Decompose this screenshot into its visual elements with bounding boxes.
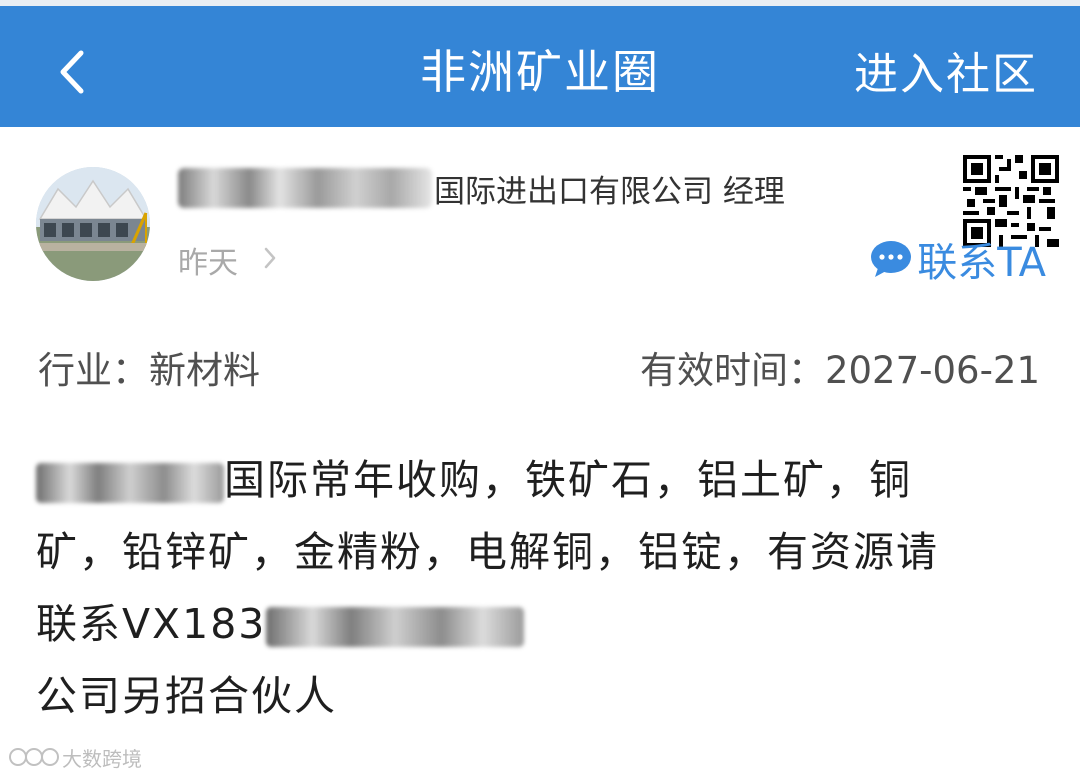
chevron-right-icon <box>264 247 276 269</box>
top-nav-bar: 非洲矿业圈 进入社区 <box>0 0 1080 127</box>
post-time[interactable]: 昨天 <box>178 238 238 282</box>
poster-company: 国际进出口有限公司 经理 <box>434 173 785 210</box>
watermark-text: 大数跨境 <box>62 746 142 771</box>
post-content: 国际常年收购，铁矿石，铝土矿，铜 矿，铅锌矿，金精粉，电解铜，铝锭，有资源请 联… <box>36 444 1046 732</box>
avatar-image <box>36 167 150 281</box>
contact-label: 联系TA <box>917 240 1046 286</box>
watermark: 大数跨境 <box>8 742 142 772</box>
redacted-text <box>36 463 224 503</box>
contact-button[interactable]: 联系TA <box>869 234 1046 286</box>
industry-text: 行业：新材料 <box>38 349 260 392</box>
valid-until-text: 有效时间：2027-06-21 <box>639 349 1040 392</box>
chevron-left-icon <box>60 50 84 94</box>
content-line-4: 公司另招合伙人 <box>36 672 337 720</box>
watermark-logo-icon <box>9 748 59 766</box>
content-line-3-text: 联系VX183 <box>36 600 267 648</box>
redacted-name <box>178 168 432 208</box>
avatar[interactable] <box>36 167 150 281</box>
back-button[interactable] <box>40 30 104 114</box>
content-line-3: 联系VX183 <box>36 588 1046 660</box>
content-line-1-text: 国际常年收购，铁矿石，铝土矿，铜 <box>224 456 912 504</box>
enter-community-button[interactable]: 进入社区 <box>854 38 1038 102</box>
poster-info: 国际进出口有限公司 经理 <box>178 166 785 210</box>
chat-bubble-icon <box>871 241 912 277</box>
content-line-2: 矿，铅锌矿，金精粉，电解铜，铝锭，有资源请 <box>36 528 939 576</box>
redacted-phone <box>266 607 525 647</box>
content-line-1: 国际常年收购，铁矿石，铝土矿，铜 <box>36 444 1046 516</box>
